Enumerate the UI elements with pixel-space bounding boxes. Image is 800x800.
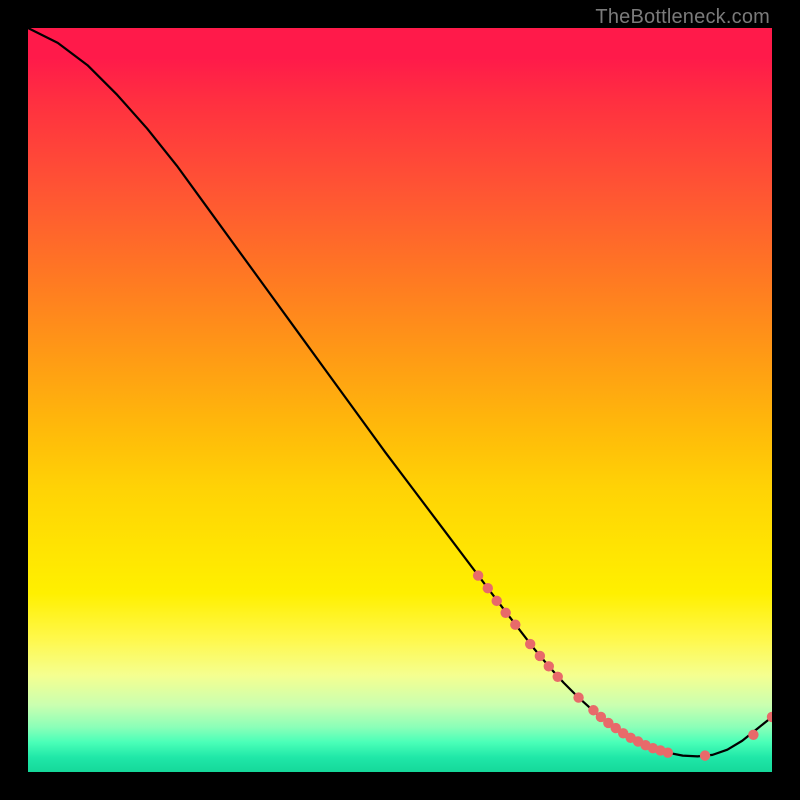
data-marker (663, 747, 673, 757)
data-marker (535, 651, 545, 661)
data-markers (473, 570, 772, 760)
chart-svg (28, 28, 772, 772)
data-marker (473, 570, 483, 580)
data-marker (544, 661, 554, 671)
plot-area (28, 28, 772, 772)
data-marker (483, 583, 493, 593)
data-marker (525, 639, 535, 649)
data-marker (553, 672, 563, 682)
data-marker (700, 750, 710, 760)
watermark-text: TheBottleneck.com (595, 6, 770, 29)
data-marker (500, 608, 510, 618)
data-marker (748, 730, 758, 740)
bottleneck-curve (28, 28, 772, 756)
data-marker (573, 692, 583, 702)
data-marker (510, 619, 520, 629)
data-marker (492, 596, 502, 606)
chart-container: TheBottleneck.com (0, 0, 800, 800)
